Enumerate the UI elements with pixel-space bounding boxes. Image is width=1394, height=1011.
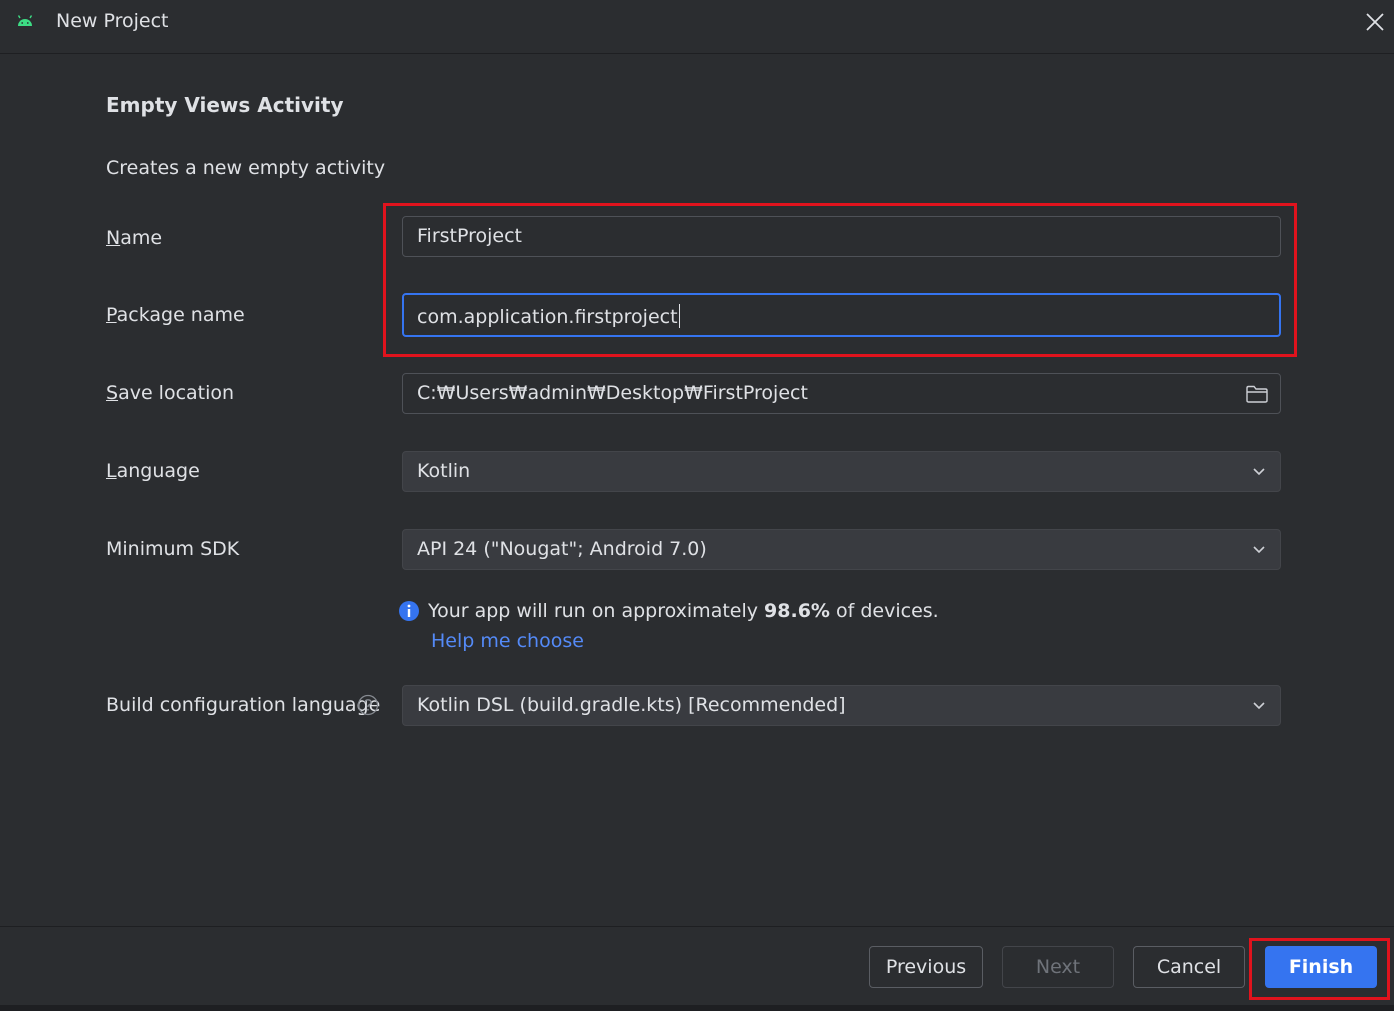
footer-divider bbox=[0, 926, 1394, 927]
previous-button[interactable]: Previous bbox=[869, 946, 983, 988]
save-location-field[interactable]: C:₩Users₩admin₩Desktop₩FirstProject bbox=[402, 373, 1281, 414]
package-name-label: Package name bbox=[106, 304, 245, 326]
package-name-field[interactable]: com.application.firstproject bbox=[402, 293, 1281, 337]
minimum-sdk-label: Minimum SDK bbox=[106, 538, 240, 560]
save-location-label-mnemonic: S bbox=[106, 382, 119, 404]
language-label: Language bbox=[106, 460, 200, 482]
save-location-label: Save location bbox=[106, 382, 234, 404]
name-label-mnemonic: N bbox=[106, 227, 121, 249]
help-me-choose-link[interactable]: Help me choose bbox=[431, 630, 584, 652]
info-icon bbox=[399, 601, 419, 621]
template-description: Creates a new empty activity bbox=[106, 157, 386, 179]
minimum-sdk-dropdown[interactable]: API 24 ("Nougat"; Android 7.0) bbox=[402, 529, 1281, 570]
next-button[interactable]: Next bbox=[1002, 946, 1114, 988]
new-project-dialog: New Project Empty Views Activity Creates… bbox=[0, 0, 1394, 1011]
title-bar: New Project bbox=[0, 0, 1394, 54]
build-config-language-dropdown[interactable]: Kotlin DSL (build.gradle.kts) [Recommend… bbox=[402, 685, 1281, 726]
save-location-label-rest: ave location bbox=[118, 382, 235, 404]
package-name-label-mnemonic: P bbox=[106, 304, 117, 326]
package-name-field-text: com.application.firstproject bbox=[417, 304, 680, 328]
package-name-label-rest: ackage name bbox=[116, 304, 245, 326]
name-label-rest: ame bbox=[120, 227, 163, 249]
chevron-down-icon bbox=[1253, 702, 1265, 710]
android-icon bbox=[17, 15, 33, 26]
window-title: New Project bbox=[56, 10, 169, 32]
package-name-field-value: com.application.firstproject bbox=[417, 306, 678, 328]
language-dropdown[interactable]: Kotlin bbox=[402, 451, 1281, 492]
sdk-coverage-suffix: of devices. bbox=[829, 600, 939, 622]
sdk-coverage-prefix: Your app will run on approximately bbox=[428, 600, 765, 622]
save-location-field-value: C:₩Users₩admin₩Desktop₩FirstProject bbox=[417, 382, 808, 404]
language-label-rest: anguage bbox=[116, 460, 200, 482]
name-field[interactable]: FirstProject bbox=[402, 216, 1281, 257]
close-icon[interactable] bbox=[1362, 9, 1388, 35]
question-mark-icon[interactable] bbox=[357, 694, 379, 716]
cancel-button[interactable]: Cancel bbox=[1133, 946, 1245, 988]
name-field-value: FirstProject bbox=[417, 225, 522, 247]
chevron-down-icon bbox=[1253, 546, 1265, 554]
minimum-sdk-dropdown-value: API 24 ("Nougat"; Android 7.0) bbox=[417, 538, 707, 560]
language-label-mnemonic: L bbox=[106, 460, 117, 482]
bottom-edge bbox=[0, 1005, 1394, 1011]
finish-button[interactable]: Finish bbox=[1265, 946, 1377, 988]
text-caret bbox=[678, 304, 680, 328]
chevron-down-icon bbox=[1253, 468, 1265, 476]
language-dropdown-value: Kotlin bbox=[417, 460, 471, 482]
build-config-language-label: Build configuration language bbox=[106, 694, 381, 716]
build-config-language-value: Kotlin DSL (build.gradle.kts) [Recommend… bbox=[417, 694, 846, 716]
sdk-coverage-info: Your app will run on approximately 98.6%… bbox=[428, 600, 939, 622]
template-heading: Empty Views Activity bbox=[106, 93, 344, 117]
folder-icon[interactable] bbox=[1245, 384, 1269, 404]
name-label: Name bbox=[106, 227, 162, 249]
sdk-coverage-percent: 98.6% bbox=[764, 600, 830, 622]
